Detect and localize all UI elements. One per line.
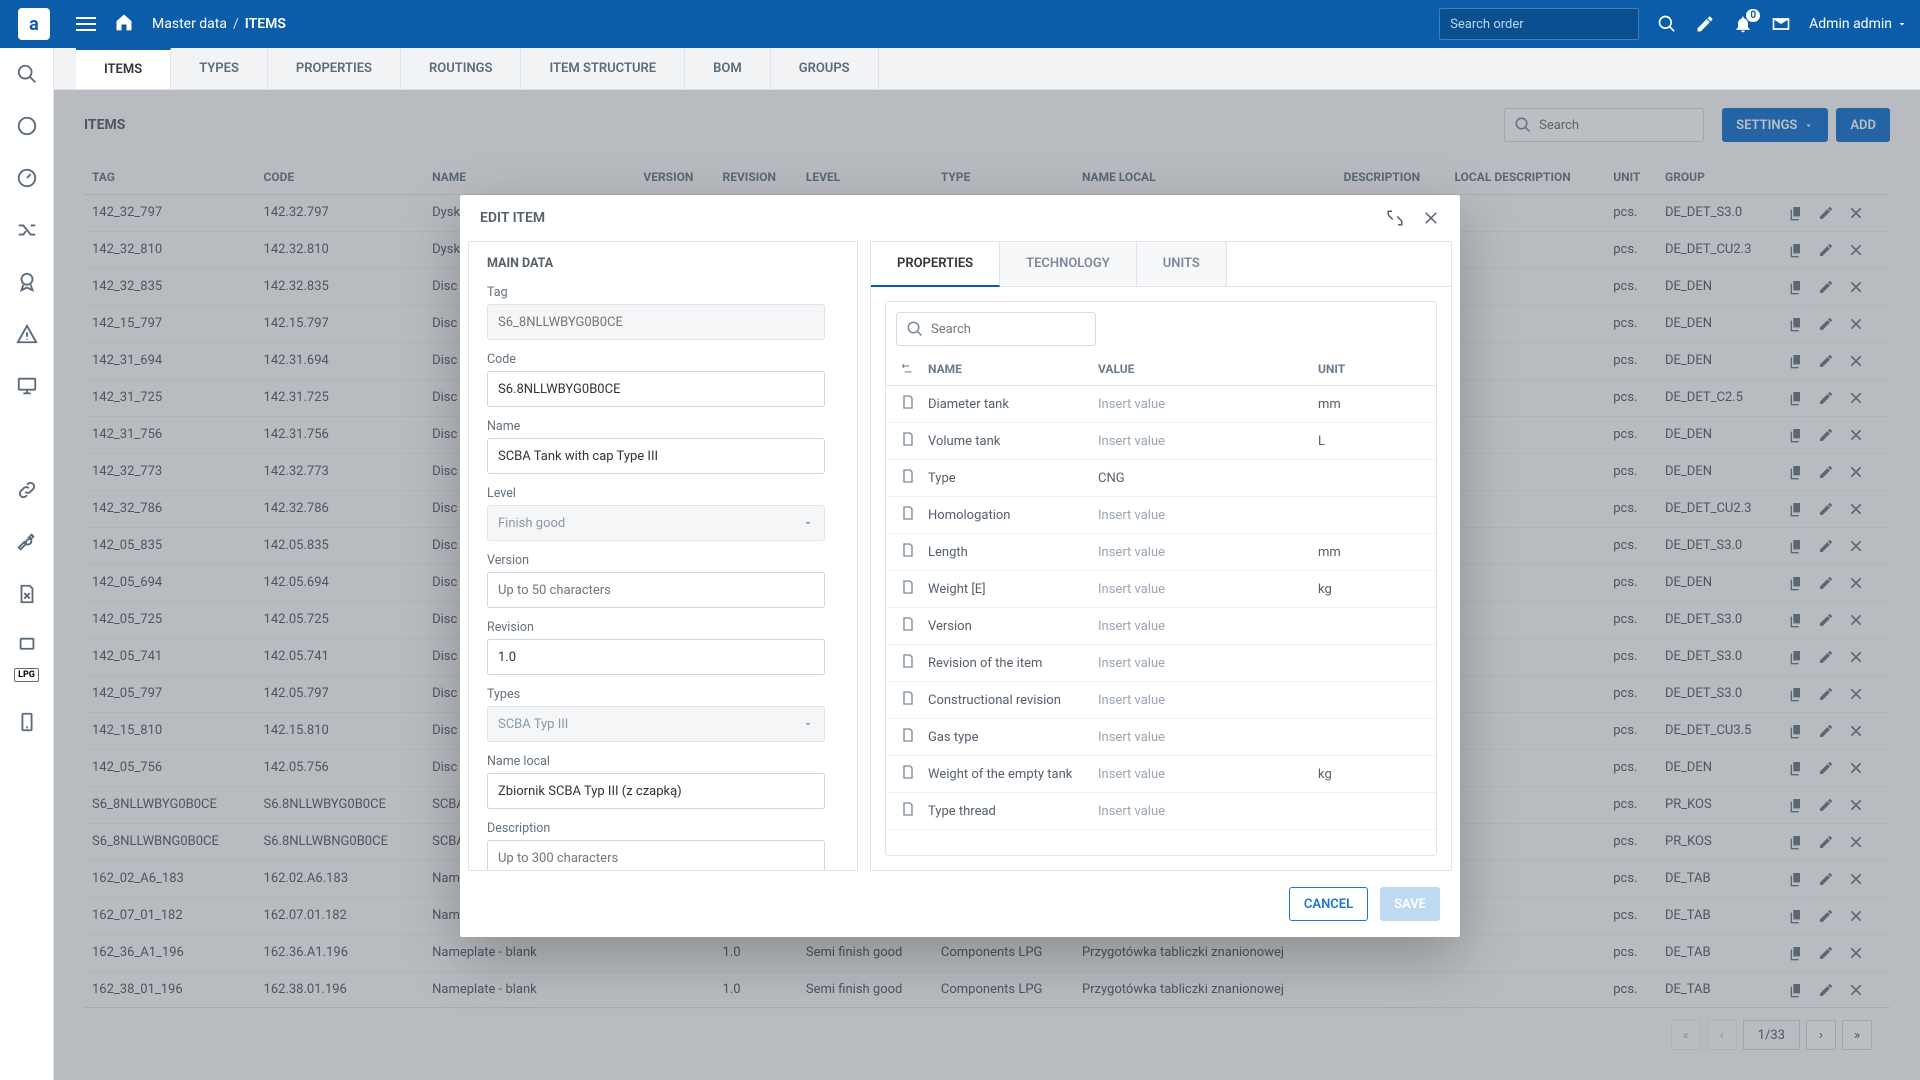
rail-alert-icon[interactable] [15, 322, 39, 346]
main-data-title: MAIN DATA [487, 256, 847, 271]
tab-types[interactable]: TYPES [171, 48, 268, 89]
notification-badge: 0 [1745, 8, 1761, 23]
file-icon [900, 690, 916, 706]
prop-header-value: VALUE [1098, 362, 1318, 379]
prop-header-name: NAME [928, 362, 1098, 379]
level-select[interactable]: Finish good [487, 505, 825, 541]
cancel-button[interactable]: CANCEL [1289, 887, 1368, 921]
rail-lpg-icon[interactable] [15, 634, 39, 658]
file-icon [900, 431, 916, 447]
level-label: Level [487, 486, 825, 501]
tab-technology[interactable]: TECHNOLOGY [1000, 242, 1137, 286]
rail-link-icon[interactable] [15, 478, 39, 502]
property-row[interactable]: HomologationInsert value [886, 497, 1436, 534]
expand-icon[interactable] [1386, 209, 1404, 227]
rail-monitor-icon[interactable] [15, 374, 39, 398]
tab-items[interactable]: ITEMS [76, 48, 171, 89]
property-row[interactable]: Type threadInsert value [886, 793, 1436, 830]
file-icon [900, 727, 916, 743]
property-row[interactable]: VersionInsert value [886, 608, 1436, 645]
property-search-input[interactable] [896, 312, 1096, 346]
file-icon [900, 505, 916, 521]
breadcrumb-current: ITEMS [245, 16, 286, 32]
file-icon [900, 579, 916, 595]
tag-input [487, 304, 825, 340]
rail-search-icon[interactable] [15, 62, 39, 86]
property-row[interactable]: Volume tankInsert valueL [886, 423, 1436, 460]
tab-properties[interactable]: PROPERTIES [871, 242, 1000, 287]
prop-header-unit: UNIT [1318, 362, 1422, 379]
property-row[interactable]: TypeCNG [886, 460, 1436, 497]
search-icon[interactable] [1657, 14, 1677, 34]
file-icon [900, 542, 916, 558]
name-input[interactable] [487, 438, 825, 474]
edit-icon[interactable] [1695, 14, 1715, 34]
rail-gauge-icon[interactable] [15, 166, 39, 190]
namelocal-input[interactable] [487, 773, 825, 809]
namelocal-label: Name local [487, 754, 825, 769]
tab-bom[interactable]: BOM [685, 48, 771, 89]
user-menu[interactable]: Admin admin [1809, 16, 1908, 32]
search-icon [906, 320, 924, 338]
search-order-input[interactable] [1439, 8, 1639, 40]
file-icon [900, 801, 916, 817]
tab-item-structure[interactable]: ITEM STRUCTURE [521, 48, 685, 89]
types-select[interactable]: SCBA Typ III [487, 706, 825, 742]
name-label: Name [487, 419, 825, 434]
save-button[interactable]: SAVE [1380, 887, 1440, 921]
tag-label: Tag [487, 285, 825, 300]
rail-lpg-label: LPG [14, 668, 39, 682]
code-label: Code [487, 352, 825, 367]
description-label: Description [487, 821, 825, 836]
property-row[interactable]: Working pressureInsert value [886, 830, 1436, 836]
mail-icon[interactable] [1771, 14, 1791, 34]
tab-groups[interactable]: GROUPS [771, 48, 879, 89]
property-row[interactable]: Constructional revisionInsert value [886, 682, 1436, 719]
expand-all-icon[interactable] [900, 362, 928, 379]
breadcrumb: Master data / ITEMS [152, 16, 286, 32]
code-input[interactable] [487, 371, 825, 407]
rail-file-x-icon[interactable] [15, 582, 39, 606]
file-icon [900, 653, 916, 669]
home-icon[interactable] [114, 12, 134, 36]
rail-circle-icon[interactable] [15, 114, 39, 138]
breadcrumb-parent[interactable]: Master data [152, 16, 227, 32]
rail-mobile-icon[interactable] [15, 710, 39, 734]
revision-label: Revision [487, 620, 825, 635]
version-label: Version [487, 553, 825, 568]
tab-routings[interactable]: ROUTINGS [401, 48, 521, 89]
property-row[interactable]: Weight of the empty tankInsert valuekg [886, 756, 1436, 793]
version-input[interactable] [487, 572, 825, 608]
rail-award-icon[interactable] [15, 270, 39, 294]
edit-item-modal: EDIT ITEM MAIN DATA Tag Code Name Level … [460, 195, 1460, 937]
close-icon[interactable] [1422, 209, 1440, 227]
property-row[interactable]: Gas typeInsert value [886, 719, 1436, 756]
property-row[interactable]: LengthInsert valuemm [886, 534, 1436, 571]
property-row[interactable]: Revision of the itemInsert value [886, 645, 1436, 682]
revision-input[interactable] [487, 639, 825, 675]
file-icon [900, 468, 916, 484]
app-logo[interactable]: a [18, 8, 50, 40]
rail-wrench-icon[interactable] [15, 530, 39, 554]
property-row[interactable]: Diameter tankInsert valuemm [886, 386, 1436, 423]
rail-document-icon[interactable] [15, 426, 39, 450]
notification-icon[interactable]: 0 [1733, 14, 1753, 34]
file-icon [900, 764, 916, 780]
tab-properties[interactable]: PROPERTIES [268, 48, 401, 89]
types-label: Types [487, 687, 825, 702]
file-icon [900, 394, 916, 410]
property-row[interactable]: Weight [E]Insert valuekg [886, 571, 1436, 608]
tab-units[interactable]: UNITS [1137, 242, 1227, 286]
menu-toggle[interactable] [76, 17, 96, 31]
file-icon [900, 616, 916, 632]
rail-shuffle-icon[interactable] [15, 218, 39, 242]
modal-title: EDIT ITEM [480, 210, 545, 226]
description-input[interactable] [487, 840, 825, 871]
